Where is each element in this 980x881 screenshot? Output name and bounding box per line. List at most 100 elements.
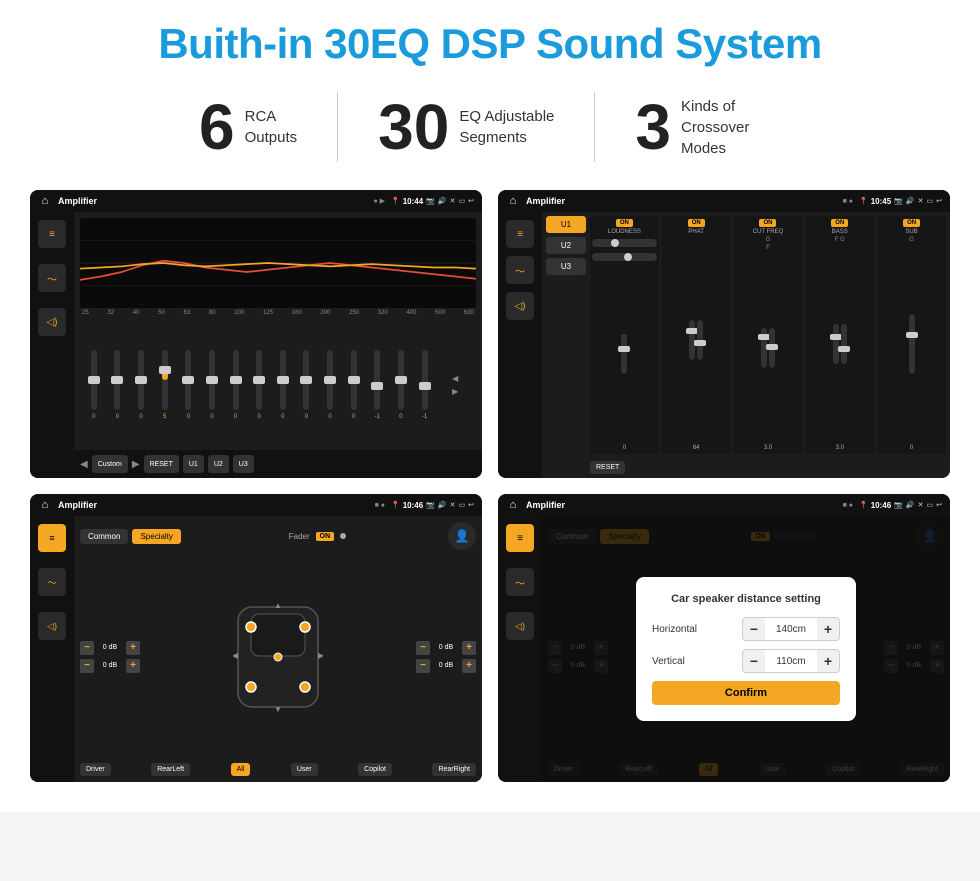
eq-u3-btn[interactable]: U3 (233, 455, 254, 473)
eq-slider-2[interactable]: 0 (138, 350, 144, 420)
xover-cutfreq-col: ON CUT FREQ G F 3.0 (734, 216, 803, 454)
sp-left-minus-2[interactable]: − (80, 659, 94, 673)
phat-vslider2[interactable] (697, 320, 703, 360)
dist-wave-icon[interactable]: 〜 (506, 568, 534, 596)
eq-arrows[interactable]: ◀▶ (445, 374, 465, 396)
sp-copilot-btn[interactable]: Copilot (358, 763, 392, 776)
volume-icon: 🔊 (438, 197, 447, 205)
horizontal-minus-btn[interactable]: − (743, 618, 765, 640)
sp-left-plus-2[interactable]: + (126, 659, 140, 673)
eq-slider-1[interactable]: 0 (114, 350, 120, 420)
sp-right-plus-2[interactable]: + (462, 659, 476, 673)
eq-slider-7[interactable]: 0 (256, 350, 262, 420)
loudness-h-slider[interactable] (592, 239, 657, 247)
eq-slider-9[interactable]: 0 (303, 350, 309, 420)
sp-tab-specialty[interactable]: Specialty (132, 529, 180, 544)
sp-wave-icon[interactable]: 〜 (38, 568, 66, 596)
dist-status-bar: ⌂ Amplifier ■ ● 📍 10:46 📷 🔊 ✕ ▭ ↩ (498, 494, 950, 516)
sp-dots: ■ ● (375, 502, 385, 509)
eq-chart-svg (80, 218, 476, 308)
xover-dots: ■ ● (843, 198, 853, 205)
sp-home-icon[interactable]: ⌂ (38, 498, 52, 512)
eq-slider-10[interactable]: 0 (327, 350, 333, 420)
eq-slider-0[interactable]: 0 (91, 350, 97, 420)
vertical-minus-btn[interactable]: − (743, 650, 765, 672)
crossover-layout: U1 U2 U3 ON LOUDNESS (546, 216, 946, 474)
sp-left-minus-1[interactable]: − (80, 641, 94, 655)
sp-driver-btn[interactable]: Driver (80, 763, 111, 776)
eq-slider-13[interactable]: 0 (398, 350, 404, 420)
sp-right-minus-2[interactable]: − (416, 659, 430, 673)
page-wrapper: Buith-in 30EQ DSP Sound System 6 RCA Out… (0, 0, 980, 812)
loudness-vslider-area (621, 265, 627, 443)
eq-custom-btn[interactable]: Custom (92, 455, 128, 473)
eq-slider-8[interactable]: 0 (280, 350, 286, 420)
bass-vslider1[interactable] (833, 324, 839, 364)
sp-rearleft-btn[interactable]: RearLeft (151, 763, 190, 776)
eq-bottom-bar: ◀ Custom ▶ RESET U1 U2 U3 (74, 450, 482, 478)
xover-reset-btn[interactable]: RESET (590, 461, 625, 474)
sp-tab-common[interactable]: Common (80, 529, 128, 544)
phat-val: 64 (693, 445, 700, 451)
eq-next-btn[interactable]: ▶ (132, 459, 140, 470)
eq-prev-btn[interactable]: ◀ (80, 459, 88, 470)
fader-on-badge[interactable]: ON (316, 532, 335, 541)
cutfreq-vslider2[interactable] (769, 328, 775, 368)
eq-slider-11[interactable]: 0 (351, 350, 357, 420)
sub-on[interactable]: ON (903, 219, 920, 227)
distance-dialog-overlay: Car speaker distance setting Horizontal … (542, 516, 950, 782)
bass-vslider2[interactable] (841, 324, 847, 364)
confirm-button[interactable]: Confirm (652, 681, 840, 705)
dist-dots: ■ ● (843, 502, 853, 509)
eq-u1-btn[interactable]: U1 (183, 455, 204, 473)
dist-filter-icon[interactable]: ≡ (506, 524, 534, 552)
sp-filter-icon[interactable]: ≡ (38, 524, 66, 552)
sp-left-val-1: 0 dB (97, 644, 123, 651)
dist-status-icons: 📍 10:46 📷 🔊 ✕ ▭ ↩ (859, 501, 942, 510)
xover-u1-btn[interactable]: U1 (546, 216, 586, 233)
eq-reset-btn[interactable]: RESET (144, 455, 179, 473)
loudness-on[interactable]: ON (616, 219, 633, 227)
xover-wave-icon[interactable]: 〜 (506, 256, 534, 284)
sp-right-plus-1[interactable]: + (462, 641, 476, 655)
eq-slider-4[interactable]: 0 (185, 350, 191, 420)
eq-u2-btn[interactable]: U2 (208, 455, 229, 473)
cutfreq-on[interactable]: ON (759, 219, 776, 227)
eq-slider-6[interactable]: 0 (233, 350, 239, 420)
sp-right-minus-1[interactable]: − (416, 641, 430, 655)
sp-left-db-row-2: − 0 dB + (80, 659, 140, 673)
sp-close-icon: ✕ (450, 501, 456, 509)
dist-speaker-icon[interactable]: ◁) (506, 612, 534, 640)
vertical-plus-btn[interactable]: + (817, 650, 839, 672)
xover-close-icon: ✕ (918, 197, 924, 205)
sp-user-btn[interactable]: User (291, 763, 318, 776)
phat-on[interactable]: ON (688, 219, 705, 227)
home-icon[interactable]: ⌂ (38, 194, 52, 208)
xover-home-icon[interactable]: ⌂ (506, 194, 520, 208)
xover-speaker-icon[interactable]: ◁) (506, 292, 534, 320)
bass-on[interactable]: ON (831, 219, 848, 227)
sp-speaker-icon[interactable]: ◁) (38, 612, 66, 640)
horizontal-plus-btn[interactable]: + (817, 618, 839, 640)
sp-left-plus-1[interactable]: + (126, 641, 140, 655)
eq-slider-3[interactable]: 5 (162, 350, 168, 420)
sp-right-val-1: 0 dB (433, 644, 459, 651)
eq-status-icons: 📍 10:44 📷 🔊 ✕ ▭ ↩ (391, 197, 474, 206)
eq-slider-5[interactable]: 0 (209, 350, 215, 420)
sp-rearright-btn[interactable]: RearRight (432, 763, 476, 776)
dialog-vertical-stepper: − 110cm + (742, 649, 840, 673)
loudness-h-slider2[interactable] (592, 253, 657, 261)
eq-slider-14[interactable]: -1 (422, 350, 428, 420)
loudness-vslider[interactable] (621, 334, 627, 374)
eq-speaker-icon[interactable]: ◁) (38, 308, 66, 336)
eq-wave-icon[interactable]: 〜 (38, 264, 66, 292)
sub-vslider1[interactable] (909, 314, 915, 374)
xover-filter-icon[interactable]: ≡ (506, 220, 534, 248)
eq-slider-12[interactable]: -1 (374, 350, 380, 420)
xover-u2-btn[interactable]: U2 (546, 237, 586, 254)
sp-all-btn[interactable]: All (231, 763, 251, 776)
eq-filter-icon[interactable]: ≡ (38, 220, 66, 248)
dist-home-icon[interactable]: ⌂ (506, 498, 520, 512)
xover-u3-btn[interactable]: U3 (546, 258, 586, 275)
xover-camera-icon: 📷 (894, 197, 903, 205)
